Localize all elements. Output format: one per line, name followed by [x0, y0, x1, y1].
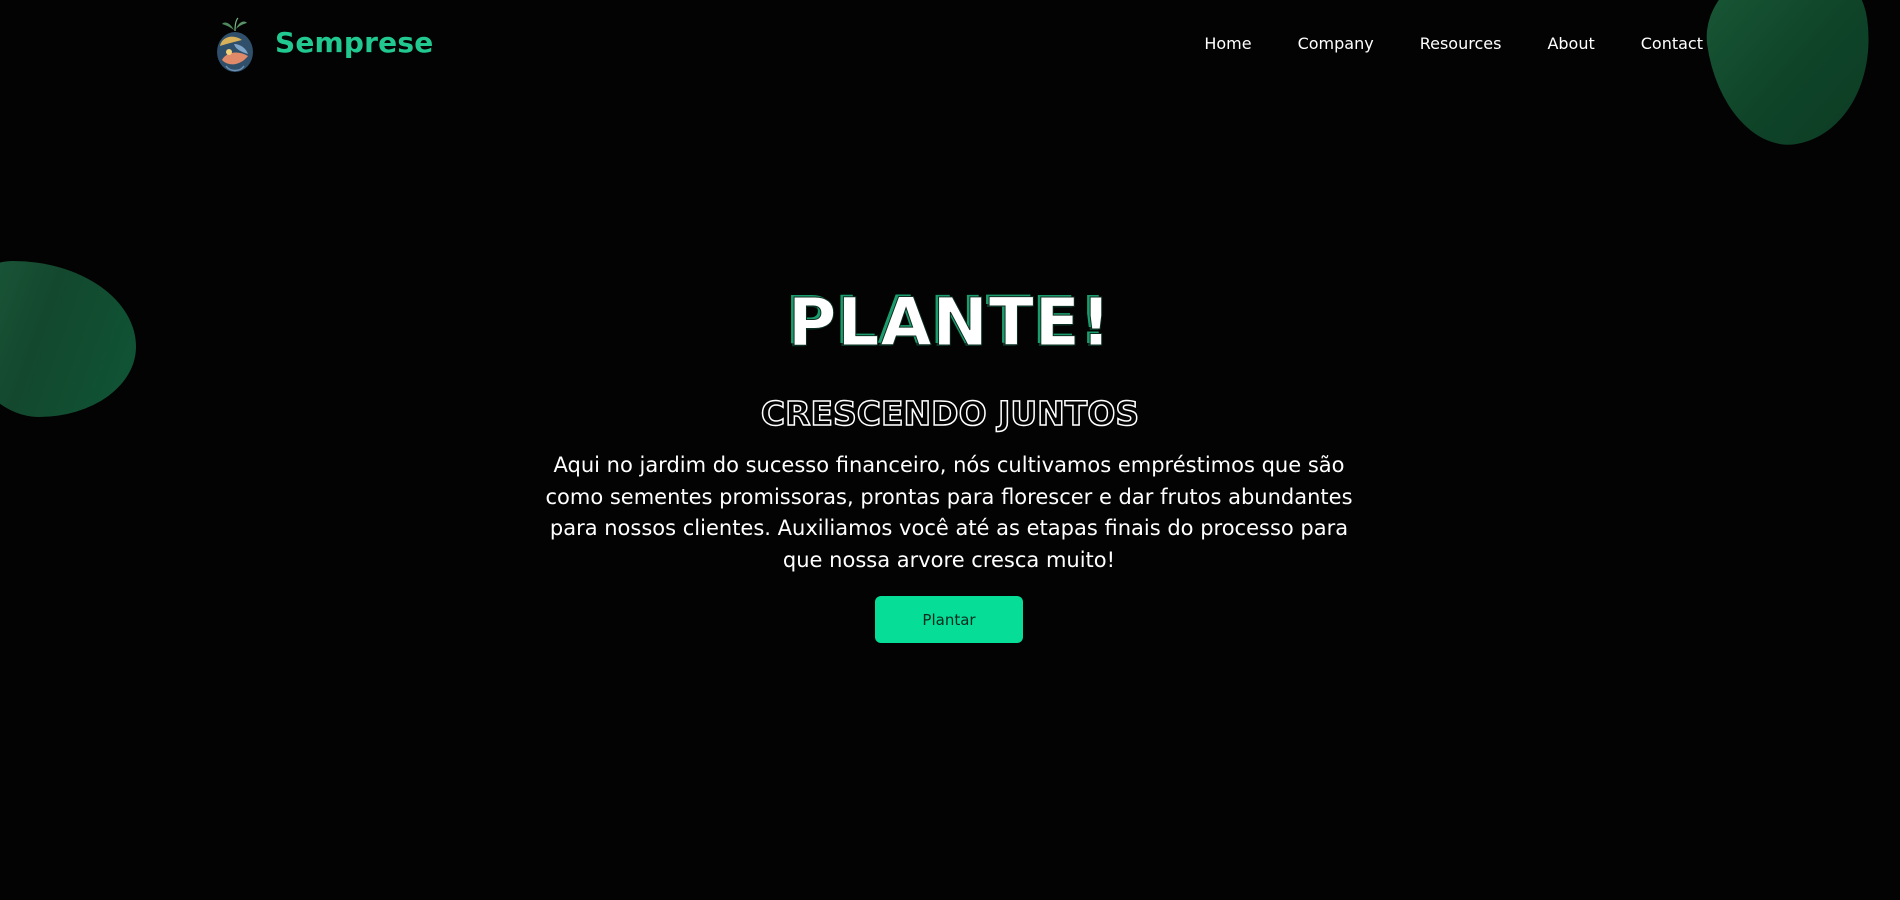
main-nav: Home Company Resources About Contact	[1158, 34, 1703, 53]
nav-contact[interactable]: Contact	[1641, 34, 1703, 53]
hero-subtitle: CRESCENDO JUNTOS	[760, 393, 1140, 434]
decorative-blob-top-right	[1696, 0, 1884, 155]
landing-page: Semprese Home Company Resources About Co…	[0, 0, 1900, 900]
hero-description: Aqui no jardim do sucesso financeiro, nó…	[545, 453, 1353, 572]
plant-logo-icon[interactable]	[212, 16, 258, 74]
brand-name[interactable]: Semprese	[275, 26, 433, 59]
nav-home[interactable]: Home	[1204, 34, 1251, 53]
plantar-button[interactable]: Plantar	[875, 596, 1023, 643]
hero-title: PLANTE!	[788, 284, 1112, 362]
nav-resources[interactable]: Resources	[1420, 34, 1502, 53]
nav-about[interactable]: About	[1547, 34, 1594, 53]
nav-company[interactable]: Company	[1298, 34, 1374, 53]
